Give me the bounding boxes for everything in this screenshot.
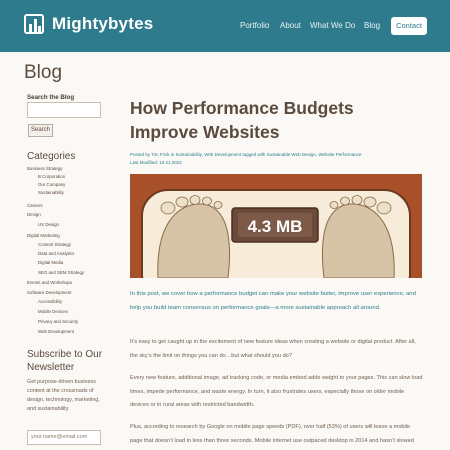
search-label: Search the Blog xyxy=(27,94,75,101)
category-link[interactable]: Business Strategy xyxy=(27,166,62,171)
category-link[interactable]: SEO and SEM Strategy xyxy=(38,270,84,275)
post-meta: Posted by Tim Frick in Sustainability, W… xyxy=(130,152,362,157)
categories-heading: Categories xyxy=(27,151,76,162)
site-header: Mightybytes Portfolio About What We Do B… xyxy=(0,0,450,52)
category-link[interactable]: Sustainability xyxy=(38,190,64,195)
category-link[interactable]: B Corporation xyxy=(38,174,65,179)
logo-mark-icon xyxy=(24,14,44,34)
nav-portfolio[interactable]: Portfolio xyxy=(240,21,269,30)
post-paragraph: In this post, we cover how a performance… xyxy=(130,291,416,311)
post-paragraph: Every new feature, additional image, ad … xyxy=(130,375,423,408)
site-logo[interactable]: Mightybytes xyxy=(24,14,153,34)
nav-about[interactable]: About xyxy=(280,21,301,30)
category-link[interactable]: Events and Workshops xyxy=(27,280,72,285)
post-paragraph: Plus, according to research by Google on… xyxy=(130,424,414,444)
category-link[interactable]: Our Company xyxy=(38,182,65,187)
category-link[interactable]: Digital Media xyxy=(38,260,63,265)
category-link[interactable]: Content Strategy xyxy=(38,242,71,247)
search-input[interactable] xyxy=(27,102,101,118)
category-link[interactable]: Software Development xyxy=(27,290,71,295)
category-link[interactable]: Privacy and Security xyxy=(38,319,78,324)
hero-readout: 4.3 MB xyxy=(248,217,303,236)
brand-name: Mightybytes xyxy=(52,14,154,33)
email-field[interactable]: your.name@email.com xyxy=(27,430,101,445)
category-link[interactable]: Web Development xyxy=(38,329,74,334)
post-paragraph: It’s easy to get caught up in the excite… xyxy=(130,339,416,359)
newsletter-text: Get purpose-driven business content at t… xyxy=(27,379,100,412)
nav-what-we-do[interactable]: What We Do xyxy=(310,21,355,30)
scale-illustration: 4.3 MB xyxy=(130,174,422,278)
category-link[interactable]: Digital Marketing xyxy=(27,233,60,238)
sidebar-heading: Blog xyxy=(24,62,63,83)
category-link[interactable]: Accessibility xyxy=(38,299,62,304)
nav-blog[interactable]: Blog xyxy=(364,21,380,30)
category-link[interactable]: UX Design xyxy=(38,222,59,227)
post-modified: Last Modified: 10.21.2022 xyxy=(130,160,182,165)
category-link[interactable]: Design xyxy=(27,212,41,217)
contact-button[interactable]: Contact xyxy=(391,17,427,35)
category-link[interactable]: Data and Analytics xyxy=(38,251,74,256)
category-link[interactable]: Mobile Devices xyxy=(38,309,68,314)
category-link[interactable]: Careers xyxy=(27,203,43,208)
search-button[interactable]: Search xyxy=(28,124,53,137)
hero-image: 4.3 MB xyxy=(130,174,422,278)
post-title: How Performance Budgets Improve Websites xyxy=(130,98,354,142)
newsletter-heading: Subscribe to Our Newsletter xyxy=(27,349,103,373)
